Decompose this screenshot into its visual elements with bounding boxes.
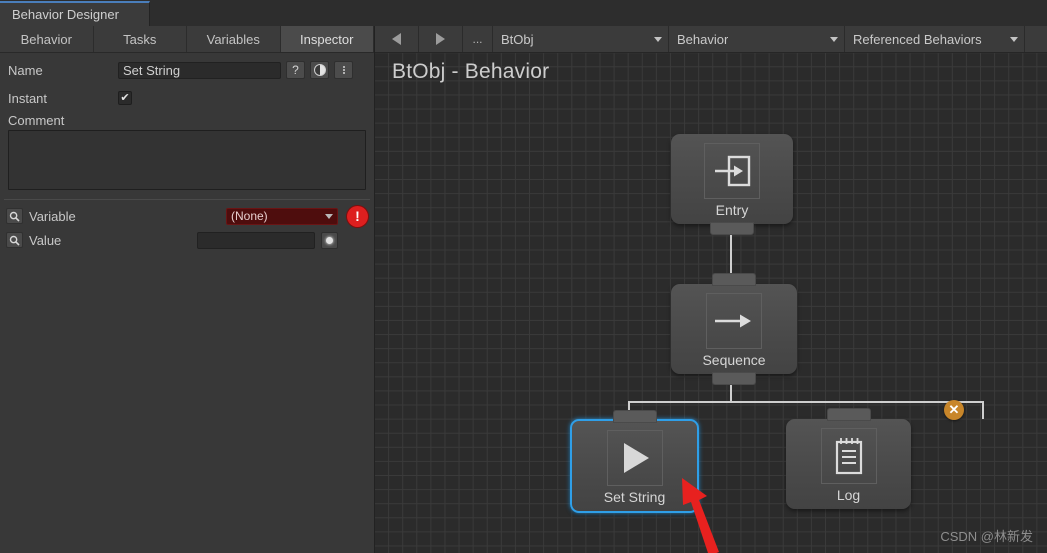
right-arrow-icon bbox=[715, 314, 751, 328]
chevron-down-icon-object bbox=[654, 36, 662, 42]
notepad-icon bbox=[835, 438, 862, 475]
entry-connector-tab-bottom bbox=[710, 222, 754, 235]
node-entry-label: Entry bbox=[715, 202, 749, 218]
tab-behavior[interactable]: Behavior bbox=[0, 26, 94, 52]
object-dropdown[interactable]: BtObj bbox=[493, 26, 669, 52]
tab-variables[interactable]: Variables bbox=[187, 26, 281, 52]
tab-tasks-label: Tasks bbox=[123, 31, 157, 47]
help-icon: ? bbox=[292, 63, 299, 77]
context-menu-button[interactable] bbox=[334, 61, 353, 79]
watermark: CSDN @林新发 bbox=[940, 529, 1033, 544]
variable-dropdown-value: (None) bbox=[231, 209, 268, 223]
variable-error-glyph: ! bbox=[355, 208, 360, 224]
inspector-content: Name Set String ? Instant ✔ Comment Vari… bbox=[0, 53, 374, 553]
name-input-value: Set String bbox=[123, 62, 181, 78]
sequence-icon-frame bbox=[706, 293, 762, 349]
instant-label: Instant bbox=[8, 90, 48, 106]
behavior-graph-canvas[interactable]: ... BtObj Behavior Referenced Behaviors … bbox=[375, 26, 1047, 553]
behavior-dropdown[interactable]: Behavior bbox=[669, 26, 845, 52]
variable-row: Variable (None) ! bbox=[0, 204, 374, 228]
tab-inspector[interactable]: Inspector bbox=[280, 26, 374, 52]
checkmark-icon: ✔ bbox=[120, 91, 130, 104]
node-set-string-label: Set String bbox=[603, 489, 666, 505]
referenced-behaviors-label: Referenced Behaviors bbox=[853, 31, 982, 47]
overflow-button[interactable]: ... bbox=[463, 26, 493, 52]
comment-label: Comment bbox=[8, 113, 65, 128]
variable-label: Variable bbox=[29, 208, 76, 224]
vertical-dots-icon bbox=[342, 66, 345, 74]
window-tab-bar: Behavior Designer bbox=[0, 0, 1047, 26]
node-entry[interactable]: Entry bbox=[671, 134, 793, 235]
triangle-right-icon bbox=[436, 33, 445, 45]
tab-inspector-label: Inspector bbox=[300, 31, 354, 47]
sequence-connector-tab-bottom bbox=[712, 372, 756, 385]
name-input[interactable]: Set String bbox=[118, 61, 281, 79]
value-row: Value bbox=[0, 228, 374, 252]
chevron-down-icon-behavior bbox=[830, 36, 838, 42]
connector-bus-log bbox=[982, 401, 984, 419]
sequence-connector-tab-top bbox=[712, 273, 756, 286]
inspector-panel: Behavior Tasks Variables Inspector Name bbox=[0, 26, 375, 553]
connector-bus bbox=[628, 401, 983, 403]
log-icon-frame bbox=[820, 428, 877, 484]
arrow-into-box-icon bbox=[715, 155, 751, 187]
window-tab-behavior-designer[interactable]: Behavior Designer bbox=[0, 1, 150, 26]
value-label: Value bbox=[29, 232, 62, 248]
magnifier-icon-value[interactable] bbox=[6, 232, 23, 248]
half-circle-icon bbox=[313, 64, 326, 76]
comment-textarea[interactable] bbox=[8, 130, 366, 190]
close-icon: ✕ bbox=[948, 402, 960, 417]
node-sequence[interactable]: Sequence bbox=[671, 273, 797, 385]
instant-checkbox[interactable]: ✔ bbox=[118, 91, 132, 105]
tab-variables-label: Variables bbox=[206, 31, 260, 47]
play-triangle-icon bbox=[623, 443, 649, 473]
set-string-connector-tab-top bbox=[612, 410, 657, 423]
set-string-icon-frame bbox=[606, 430, 663, 486]
log-connector-tab-top bbox=[826, 408, 871, 421]
object-picker-button[interactable] bbox=[321, 231, 338, 249]
tab-tasks[interactable]: Tasks bbox=[93, 26, 187, 52]
graph-toolbar: ... BtObj Behavior Referenced Behaviors bbox=[375, 26, 1047, 53]
node-log-label: Log bbox=[836, 487, 861, 503]
behavior-dropdown-label: Behavior bbox=[677, 31, 729, 47]
value-input[interactable] bbox=[197, 231, 315, 249]
inspector-tab-bar: Behavior Tasks Variables Inspector bbox=[0, 26, 374, 53]
name-label: Name bbox=[8, 62, 43, 78]
help-button[interactable]: ? bbox=[286, 61, 305, 79]
graph-title: BtObj - Behavior bbox=[392, 60, 550, 83]
node-set-string[interactable]: Set String bbox=[570, 410, 699, 513]
triangle-left-icon bbox=[392, 33, 401, 45]
name-row: Name Set String ? bbox=[0, 59, 374, 81]
overflow-label: ... bbox=[472, 32, 483, 46]
nav-back-button[interactable] bbox=[375, 26, 419, 52]
node-log[interactable]: Log bbox=[786, 408, 911, 509]
variable-error-badge: ! bbox=[347, 205, 368, 227]
object-dropdown-label: BtObj bbox=[501, 31, 534, 47]
instant-row: Instant ✔ bbox=[0, 87, 374, 109]
variable-dropdown[interactable]: (None) bbox=[226, 207, 338, 225]
magnifier-icon[interactable] bbox=[6, 208, 23, 224]
entry-icon-frame bbox=[704, 143, 760, 199]
tab-behavior-label: Behavior bbox=[20, 31, 72, 47]
set-string-disabled-badge[interactable]: ✕ bbox=[944, 400, 964, 420]
window-tab-label: Behavior Designer bbox=[12, 7, 119, 22]
divider bbox=[4, 199, 370, 200]
referenced-behaviors-dropdown[interactable]: Referenced Behaviors bbox=[845, 26, 1025, 52]
chevron-down-icon bbox=[325, 213, 333, 219]
preset-button[interactable] bbox=[310, 61, 329, 79]
node-sequence-label: Sequence bbox=[702, 352, 766, 368]
nav-forward-button[interactable] bbox=[419, 26, 463, 52]
chevron-down-icon-referenced bbox=[1010, 36, 1018, 42]
